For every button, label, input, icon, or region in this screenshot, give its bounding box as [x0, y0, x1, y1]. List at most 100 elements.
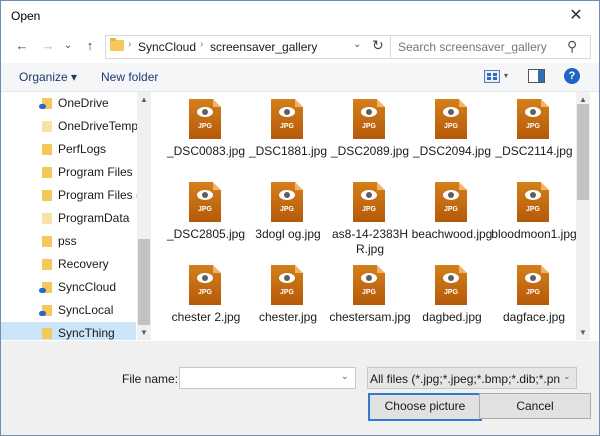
file-item[interactable]: JPG beachwood.jpg	[407, 175, 492, 255]
recent-locations-icon[interactable]: ⌄	[59, 37, 77, 55]
sidebar-item-programdata[interactable]: ProgramData	[1, 207, 136, 230]
file-item[interactable]: JPG bloodmoon1.jpg	[489, 175, 576, 255]
sidebar-item-program-files-x86[interactable]: Program Files (x	[1, 184, 146, 207]
sidebar-item-program-files[interactable]: Program Files	[1, 161, 136, 184]
back-arrow-icon[interactable]: ←	[13, 37, 31, 55]
file-item[interactable]: JPG as8-14-2383HR.jpg	[325, 175, 408, 256]
preview-pane-icon[interactable]	[528, 69, 545, 83]
change-view-icon[interactable]	[484, 70, 500, 83]
file-item[interactable]: JPG _DSC0083.jpg	[161, 92, 245, 172]
organize-button[interactable]: Organize ▾	[19, 70, 77, 84]
folder-icon	[42, 167, 52, 178]
file-item[interactable]: JPG _DSC2805.jpg	[161, 175, 245, 255]
close-icon[interactable]: ✕	[564, 4, 588, 28]
jpg-file-icon: JPG	[353, 99, 385, 139]
file-name: 3dogl og.jpg	[255, 227, 321, 241]
up-arrow-icon[interactable]: ↑	[81, 37, 99, 55]
file-type-filter[interactable]: All files (*.jpg;*.jpeg;*.bmp;*.dib;*.pn…	[367, 367, 577, 389]
sidebar-item-onedrivetemp[interactable]: OneDriveTemp	[1, 115, 138, 138]
cancel-button[interactable]: Cancel	[479, 393, 591, 419]
sidebar-item-label: pss	[58, 234, 77, 248]
jpg-file-icon: JPG	[189, 99, 221, 139]
view-dropdown-icon[interactable]: ▾	[504, 71, 508, 80]
folder-icon	[110, 38, 124, 51]
sidebar-item-syncthing[interactable]: SyncThing	[1, 322, 136, 340]
filter-dropdown-icon[interactable]: ⌄	[563, 371, 571, 382]
search-icon[interactable]: ⚲	[567, 38, 577, 55]
file-name: as8-14-2383HR.jpg	[331, 227, 409, 256]
file-type-label: JPG	[443, 289, 458, 296]
file-type-label: JPG	[443, 206, 458, 213]
scroll-down-arrow-icon[interactable]: ▼	[140, 328, 148, 337]
navigation-bar: ← → ⌄ ↑ › SyncCloud › screensaver_galler…	[1, 31, 599, 61]
help-icon[interactable]: ?	[564, 68, 580, 84]
file-type-label: JPG	[443, 123, 458, 130]
folder-icon	[42, 190, 52, 201]
sidebar-item-label: SyncCloud	[58, 280, 117, 294]
file-item[interactable]: JPG dagbed.jpg	[407, 258, 487, 338]
new-folder-button[interactable]: New folder	[101, 70, 158, 84]
folder-icon	[42, 236, 52, 247]
file-item[interactable]: JPG 3dogl og.jpg	[243, 175, 323, 255]
jpg-file-icon: JPG	[435, 265, 467, 305]
folder-icon	[42, 121, 52, 132]
address-dropdown-icon[interactable]: ⌄	[353, 39, 361, 50]
sidebar-item-onedrive[interactable]: OneDrive	[1, 92, 136, 115]
file-list: JPG _DSC0083.jpg JPG _DSC1881.jpg JPG _D…	[161, 92, 576, 340]
file-type-label: JPG	[525, 206, 540, 213]
scroll-down-arrow-icon[interactable]: ▼	[579, 328, 587, 337]
file-item[interactable]: JPG chestersam.jpg	[325, 258, 411, 338]
scroll-up-arrow-icon[interactable]: ▲	[140, 95, 148, 104]
file-type-label: JPG	[279, 206, 294, 213]
file-item[interactable]: JPG chester 2.jpg	[161, 258, 241, 338]
jpg-file-icon: JPG	[353, 265, 385, 305]
file-list-scroll-thumb[interactable]	[577, 104, 589, 200]
file-name: _DSC1881.jpg	[248, 144, 328, 158]
folder-icon	[42, 328, 52, 339]
breadcrumb-synccloud[interactable]: SyncCloud	[138, 40, 196, 54]
file-name: _DSC0083.jpg	[166, 144, 246, 158]
scroll-up-arrow-icon[interactable]: ▲	[579, 95, 587, 104]
file-item[interactable]: JPG _DSC2114.jpg	[489, 92, 573, 172]
file-type-label: JPG	[197, 289, 212, 296]
file-item[interactable]: JPG chester.jpg	[243, 258, 323, 338]
jpg-file-icon: JPG	[271, 99, 303, 139]
sidebar-item-label: Recovery	[58, 257, 109, 271]
file-name: dagbed.jpg	[422, 310, 482, 324]
file-item[interactable]: JPG dagface.jpg	[489, 258, 569, 338]
sidebar-item-label: SyncLocal	[58, 303, 114, 317]
forward-arrow-icon[interactable]: →	[39, 37, 57, 55]
sidebar-item-recovery[interactable]: Recovery	[1, 253, 136, 276]
sidebar-item-synccloud[interactable]: SyncCloud	[1, 276, 136, 299]
breadcrumb-screensaver-gallery[interactable]: screensaver_gallery	[210, 40, 317, 54]
file-type-label: JPG	[197, 123, 212, 130]
file-item[interactable]: JPG _DSC2089.jpg	[325, 92, 409, 172]
file-type-label: JPG	[279, 289, 294, 296]
file-name: _DSC2805.jpg	[166, 227, 246, 241]
file-name-input[interactable]: ⌄	[179, 367, 356, 389]
file-name: _DSC2094.jpg	[412, 144, 492, 158]
title-bar: Open ✕	[1, 1, 599, 31]
address-bar[interactable]: › SyncCloud › screensaver_gallery ⌄ ↻	[105, 35, 392, 59]
file-name: bloodmoon1.jpg	[491, 227, 576, 241]
navigation-pane: OneDrive OneDriveTemp PerfLogs Program F…	[1, 92, 151, 340]
cloud-folder-icon	[39, 98, 52, 109]
choose-picture-button[interactable]: Choose picture	[368, 393, 482, 421]
sidebar-item-synclocal[interactable]: SyncLocal	[1, 299, 136, 322]
search-input[interactable]: Search screensaver_gallery ⚲	[390, 35, 591, 59]
window-title: Open	[11, 9, 41, 23]
sidebar-scroll-thumb[interactable]	[138, 239, 150, 325]
refresh-icon[interactable]: ↻	[372, 37, 384, 54]
sidebar-item-pss[interactable]: pss	[1, 230, 136, 253]
sidebar-item-label: Program Files	[58, 165, 133, 179]
sidebar-item-label: PerfLogs	[58, 142, 107, 156]
sidebar-item-perflogs[interactable]: PerfLogs	[1, 138, 136, 161]
file-name: chester 2.jpg	[171, 310, 241, 324]
cloud-folder-icon	[39, 305, 52, 316]
file-item[interactable]: JPG _DSC1881.jpg	[243, 92, 327, 172]
folder-icon	[42, 213, 52, 224]
file-name-dropdown-icon[interactable]: ⌄	[341, 371, 349, 382]
open-dialog: Open ✕ ← → ⌄ ↑ › SyncCloud › screensaver…	[0, 0, 600, 436]
sidebar-item-label: SyncThing	[58, 326, 115, 340]
file-item[interactable]: JPG _DSC2094.jpg	[407, 92, 491, 172]
